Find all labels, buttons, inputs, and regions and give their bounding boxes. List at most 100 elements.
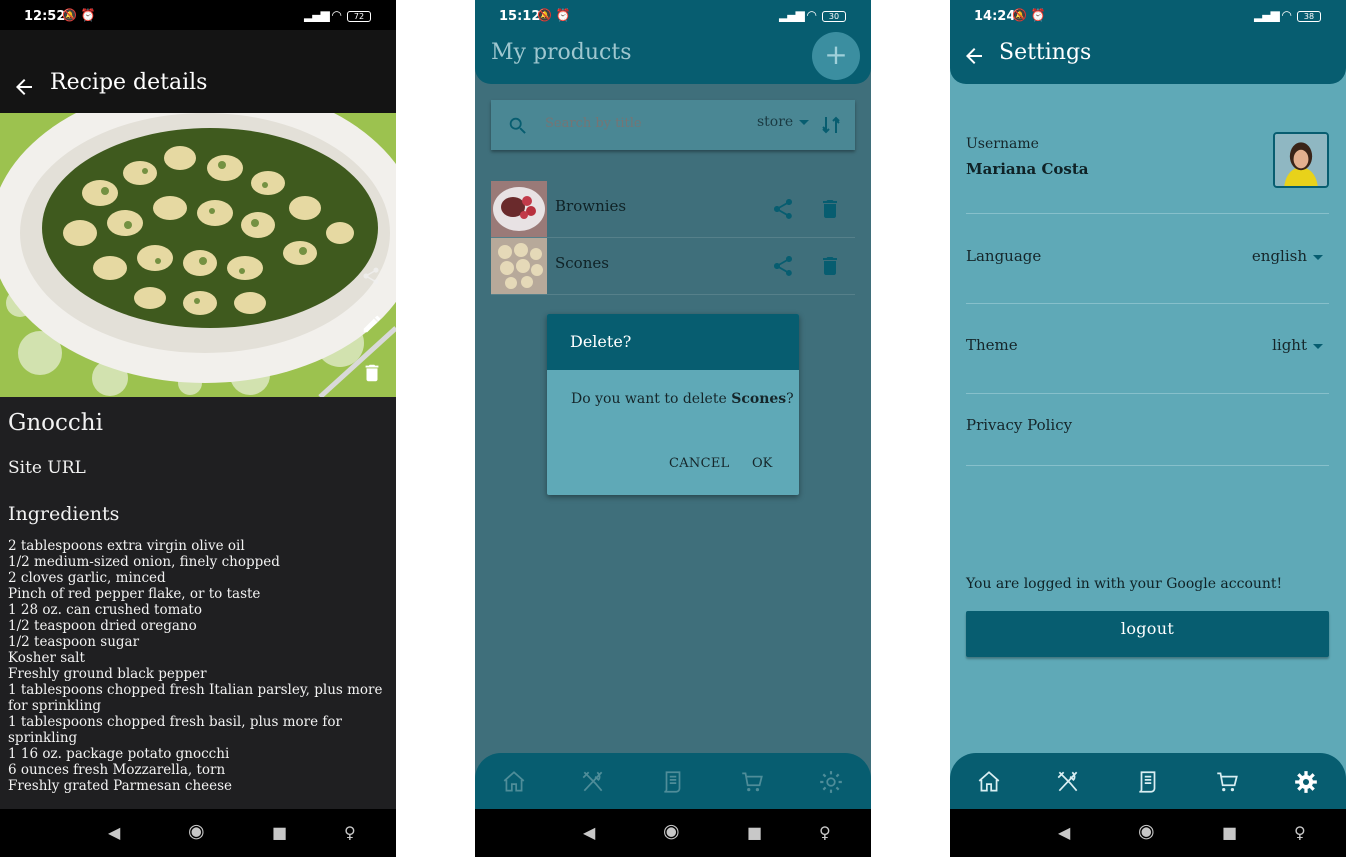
language-dropdown[interactable]: english (1252, 247, 1323, 265)
avatar[interactable] (1273, 132, 1329, 188)
status-bar: 12:52 🔕 ⏰ ▂▄▆ ◠ 72 (0, 0, 396, 30)
ingredient-item: 1 16 oz. package potato gnocchi (8, 746, 230, 762)
recipes-icon[interactable] (580, 769, 606, 795)
settings-screen: 14:24 🔕 ⏰ ▂▄▆ ◠ 38 Settings Username Mar… (950, 0, 1346, 857)
accessibility-icon[interactable]: ♀ (819, 823, 831, 842)
cancel-button[interactable]: CANCEL (669, 456, 730, 471)
product-row[interactable]: Scones (491, 238, 855, 295)
cart-icon[interactable] (1214, 769, 1240, 795)
status-alert-icons: 🔕 ⏰ (62, 8, 96, 22)
edit-pencil-icon[interactable] (361, 313, 383, 335)
nav-recents-icon[interactable]: ■ (747, 823, 762, 842)
ingredient-item: 1 tablespoons chopped fresh Italian pars… (8, 682, 383, 714)
product-row[interactable]: Brownies (491, 181, 855, 238)
ingredient-item: Kosher salt (8, 650, 85, 666)
username-value: Mariana Costa (966, 160, 1089, 178)
theme-value: light (1272, 336, 1307, 354)
nav-recents-icon[interactable]: ■ (272, 823, 287, 842)
accessibility-icon[interactable]: ♀ (344, 823, 356, 842)
shopping-list-icon[interactable] (660, 769, 686, 795)
back-arrow-icon[interactable] (962, 44, 986, 68)
sort-field-dropdown[interactable]: store (757, 114, 810, 130)
theme-label: Theme (966, 336, 1018, 354)
system-nav-bar: ◀ ◉ ■ ♀ (0, 809, 396, 857)
nav-home-icon[interactable]: ◉ (663, 820, 680, 842)
chevron-down-icon (1313, 254, 1323, 260)
language-value: english (1251, 247, 1307, 265)
trash-icon[interactable] (361, 361, 383, 385)
home-icon[interactable] (501, 769, 527, 795)
my-products-screen: 15:12 🔕 ⏰ ▂▄▆ ◠ 30 My products + store B… (475, 0, 871, 857)
ingredient-item: 6 ounces fresh Mozzarella, torn (8, 762, 226, 778)
product-thumbnail (491, 181, 547, 237)
system-nav-bar: ◀ ◉ ■ ♀ (950, 809, 1346, 857)
product-name: Scones (555, 254, 609, 272)
ingredient-item: 1/2 teaspoon sugar (8, 634, 140, 650)
sort-direction-icon[interactable] (819, 113, 843, 137)
page-title: Recipe details (50, 70, 208, 95)
signal-wifi-icon: ▂▄▆ ◠ (779, 8, 817, 22)
ingredient-item: 2 cloves garlic, minced (8, 570, 166, 586)
language-label: Language (966, 247, 1042, 265)
nav-back-icon[interactable]: ◀ (1058, 823, 1070, 842)
back-arrow-icon[interactable] (12, 75, 36, 99)
trash-icon[interactable] (818, 197, 842, 221)
battery-icon: 72 (347, 11, 371, 22)
nav-back-icon[interactable]: ◀ (108, 823, 120, 842)
ingredient-item: 1/2 teaspoon dried oregano (8, 618, 197, 634)
bottom-nav (950, 753, 1346, 809)
nav-recents-icon[interactable]: ■ (1222, 823, 1237, 842)
dialog-item-name: Scones (731, 391, 787, 407)
chevron-down-icon (799, 119, 810, 125)
dialog-header: Delete? (547, 314, 799, 370)
status-time: 12:52 (24, 9, 66, 24)
login-status-text: You are logged in with your Google accou… (966, 576, 1283, 592)
theme-dropdown[interactable]: light (1272, 336, 1323, 354)
logout-button[interactable]: logout (966, 611, 1329, 657)
privacy-policy-link[interactable]: Privacy Policy (966, 416, 1072, 434)
trash-icon[interactable] (818, 254, 842, 278)
home-icon[interactable] (976, 769, 1002, 795)
search-input[interactable] (545, 111, 725, 135)
delete-dialog: Delete? Do you want to delete Scones? CA… (547, 314, 799, 495)
share-icon[interactable] (361, 265, 381, 287)
language-row[interactable]: Language english (966, 214, 1329, 304)
dialog-title: Delete? (570, 332, 632, 351)
share-icon[interactable] (771, 254, 795, 278)
recipe-name: Gnocchi (8, 410, 103, 436)
cart-icon[interactable] (739, 769, 765, 795)
shopping-list-icon[interactable] (1135, 769, 1161, 795)
search-bar: store (491, 100, 855, 150)
recipe-details-screen: 12:52 🔕 ⏰ ▂▄▆ ◠ 72 Recipe details Gnocch… (0, 0, 396, 857)
accessibility-icon[interactable]: ♀ (1294, 823, 1306, 842)
ok-button[interactable]: OK (752, 456, 772, 471)
signal-wifi-icon: ▂▄▆ ◠ (304, 8, 342, 22)
settings-gear-icon[interactable] (1293, 769, 1319, 795)
app-bar: 14:24 🔕 ⏰ ▂▄▆ ◠ 38 Settings (950, 0, 1346, 84)
ingredient-item: 1 tablespoons chopped fresh basil, plus … (8, 714, 342, 746)
nav-home-icon[interactable]: ◉ (188, 820, 205, 842)
site-url-link[interactable]: Site URL (8, 458, 86, 478)
status-bar: 14:24 🔕 ⏰ ▂▄▆ ◠ 38 (950, 0, 1346, 30)
add-product-button[interactable]: + (812, 32, 860, 80)
nav-back-icon[interactable]: ◀ (583, 823, 595, 842)
dialog-message-end: ? (786, 391, 794, 407)
page-title: My products (491, 40, 632, 65)
bottom-nav (475, 753, 871, 809)
nav-home-icon[interactable]: ◉ (1138, 820, 1155, 842)
sort-field-value: store (757, 114, 794, 130)
app-bar: 15:12 🔕 ⏰ ▂▄▆ ◠ 30 My products + (475, 0, 871, 84)
page-title: Settings (999, 40, 1092, 65)
theme-row[interactable]: Theme light (966, 304, 1329, 394)
dialog-message-text: Do you want to delete (571, 391, 732, 407)
settings-gear-icon[interactable] (818, 769, 844, 795)
system-nav-bar: ◀ ◉ ■ ♀ (475, 809, 871, 857)
status-time: 14:24 (974, 9, 1016, 24)
ingredient-item: Pinch of red pepper flake, or to taste (8, 586, 261, 602)
recipes-icon[interactable] (1055, 769, 1081, 795)
ingredient-item: 1 28 oz. can crushed tomato (8, 602, 202, 618)
share-icon[interactable] (771, 197, 795, 221)
ingredients-list: 2 tablespoons extra virgin olive oil 1/2… (8, 538, 388, 794)
privacy-policy-row[interactable]: Privacy Policy (966, 394, 1329, 466)
app-bar: Recipe details (0, 30, 396, 113)
